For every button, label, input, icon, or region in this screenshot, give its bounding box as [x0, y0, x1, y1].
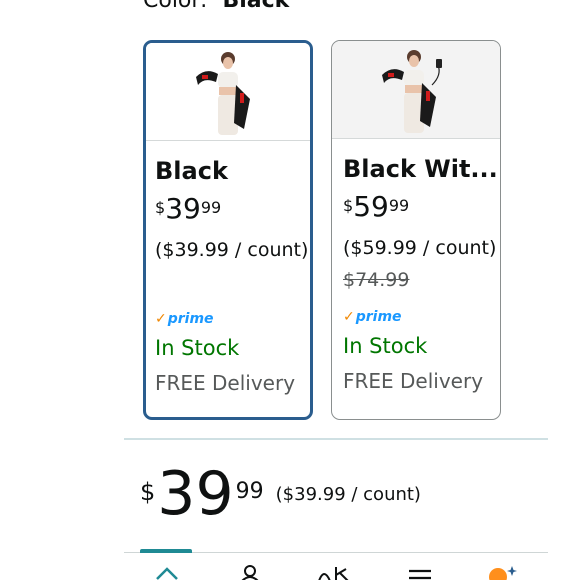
price-currency: $: [343, 196, 354, 215]
bottom-navigation: [124, 549, 548, 580]
selected-color-value: Black: [222, 0, 290, 13]
home-icon[interactable]: [154, 565, 180, 580]
delivery-info: FREE Delivery: [343, 369, 484, 393]
unit-price: ($59.99 / count): [343, 237, 497, 259]
summary-price-fraction: 99: [235, 479, 264, 504]
list-price: $74.99: [343, 269, 410, 291]
ai-sparkle-icon[interactable]: [316, 565, 352, 580]
prime-check-icon: ✓: [343, 309, 355, 325]
unit-price: ($39.99 / count): [155, 239, 309, 261]
summary-price: $ 39 99 ($39.99 / count): [140, 462, 421, 526]
profile-icon[interactable]: [240, 565, 260, 580]
color-option-card-black[interactable]: Black $ 39 99 ($39.99 / count) ✓prime In…: [143, 40, 313, 420]
option-name: Black Wit...: [343, 155, 498, 183]
price-whole: 59: [353, 190, 389, 223]
menu-icon[interactable]: [408, 565, 432, 580]
price-currency: $: [155, 198, 166, 217]
delivery-info: FREE Delivery: [155, 371, 296, 395]
section-divider: [124, 438, 548, 440]
price-fraction: 99: [200, 198, 222, 217]
cart-icon[interactable]: [486, 565, 518, 580]
option-price: $ 59 99: [343, 191, 409, 223]
summary-price-whole: 39: [157, 459, 234, 529]
price-whole: 39: [165, 192, 201, 225]
availability-status: In Stock: [343, 334, 428, 358]
option-price: $ 39 99: [155, 193, 221, 225]
active-tab-indicator: [140, 549, 192, 553]
product-thumbnail: [146, 43, 310, 141]
summary-unit-price: ($39.99 / count): [275, 484, 421, 505]
color-label: Color:: [143, 0, 208, 13]
availability-status: In Stock: [155, 336, 240, 360]
product-thumbnail: [332, 41, 500, 139]
prime-badge: ✓prime: [155, 311, 214, 327]
prime-label: prime: [355, 309, 402, 325]
option-name: Black: [155, 157, 228, 185]
summary-price-currency: $: [140, 478, 156, 506]
prime-badge: ✓prime: [343, 309, 402, 325]
prime-check-icon: ✓: [155, 311, 167, 327]
prime-label: prime: [167, 311, 214, 327]
color-option-card-black-with[interactable]: Black Wit... $ 59 99 ($59.99 / count) $7…: [331, 40, 501, 420]
color-selector-label: Color: Black: [143, 0, 289, 13]
price-fraction: 99: [388, 196, 410, 215]
